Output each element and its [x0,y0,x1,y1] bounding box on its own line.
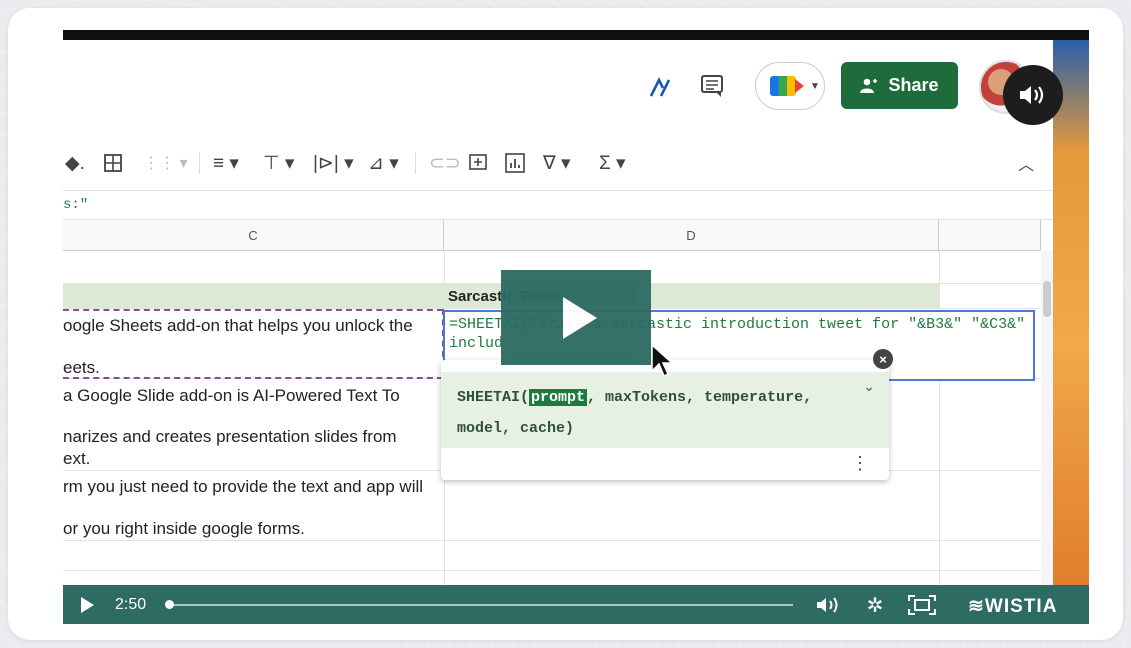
annotate-icon[interactable] [645,72,675,102]
video-player[interactable]: ▼ Share ◆. ⋮⋮ ▾ ≡ ▾ ⊤ ▾ |⊳| ▾ ⊿ ▾ ⊂⊃ ∇ ▾… [63,30,1089,624]
meet-button[interactable]: ▼ [755,62,825,110]
share-label: Share [888,75,939,95]
column-line [939,251,940,601]
mouse-cursor-icon [651,343,674,378]
function-signature: SHEETAI(prompt, maxTokens, temperature, … [441,372,889,448]
formula-bar[interactable]: s:" [63,190,1053,220]
row-line [63,540,1053,541]
chart-icon[interactable] [505,140,525,186]
reference-highlight-top [63,309,443,311]
function-params: , maxTokens, temperature, [587,389,813,406]
toolbar-divider [415,152,416,174]
row-line [63,570,1053,571]
scrollbar-thumb[interactable] [1043,281,1051,317]
column-header-d[interactable]: D [444,220,939,251]
more-options-icon[interactable]: ⋮ [851,453,869,474]
comment-icon[interactable] [696,70,728,102]
sheet-header: ▼ Share [63,40,1063,132]
merge-icon[interactable]: ⋮⋮ ▾ [143,140,187,186]
vertical-scrollbar[interactable] [1041,251,1053,601]
column-c-label: C [248,227,258,243]
cell-c5-line1[interactable]: rm you just need to provide the text and… [63,477,423,497]
column-header-c[interactable]: C [63,220,444,251]
formula-text: s:" [63,197,89,213]
settings-icon[interactable]: ✲ [863,594,887,617]
wistia-mark-icon: ≋ [968,596,985,617]
cell-c3-line2[interactable]: eets. [63,358,100,378]
volume-icon[interactable] [815,595,843,615]
vertical-align-icon[interactable]: ⊤ ▾ [263,140,294,186]
sheet-toolbar: ◆. ⋮⋮ ▾ ≡ ▾ ⊤ ▾ |⊳| ▾ ⊿ ▾ ⊂⊃ ∇ ▾ Σ ▾ ︿ [63,140,1053,186]
column-header-e[interactable] [939,220,1041,251]
volume-icon[interactable] [1003,65,1063,125]
link-icon[interactable]: ⊂⊃ [429,140,461,186]
progress-track[interactable] [166,604,793,606]
cell-c5-line2[interactable]: or you right inside google forms. [63,519,305,539]
time-display: 2:50 [115,596,147,613]
cell-c4-line3[interactable]: ext. [63,449,90,469]
fullscreen-icon[interactable] [907,594,937,616]
highlighted-param: prompt [529,389,588,406]
video-top-border [63,30,1089,40]
paint-fill-icon[interactable]: ◆. [65,140,85,186]
close-icon[interactable]: × [873,349,893,369]
desktop-wallpaper-strip [1053,40,1089,600]
comment-add-icon[interactable] [469,140,487,186]
text-wrap-icon[interactable]: |⊳| ▾ [313,140,354,186]
align-icon[interactable]: ≡ ▾ [213,140,239,186]
wistia-brand-text: WISTIA [984,596,1058,617]
cell-c3-line1[interactable]: oogle Sheets add-on that helps you unloc… [63,316,413,336]
function-name: SHEETAI( [457,389,530,406]
column-d-label: D [686,227,696,243]
play-icon [563,296,597,339]
toolbar-divider [199,152,200,174]
filter-icon[interactable]: ∇ ▾ [543,140,571,186]
collapse-icon[interactable]: ︿ [1018,140,1034,186]
functions-icon[interactable]: Σ ▾ [599,140,626,186]
spreadsheet-view: ▼ Share ◆. ⋮⋮ ▾ ≡ ▾ ⊤ ▾ |⊳| ▾ ⊿ ▾ ⊂⊃ ∇ ▾… [63,40,1063,601]
play-overlay-button[interactable] [501,270,651,365]
player-controls: 2:50 ✲ ≋WISTIA [63,585,1089,624]
chevron-down-icon[interactable]: ⌄ [863,378,875,395]
wistia-logo[interactable]: ≋WISTIA [968,595,1057,618]
text-rotate-icon[interactable]: ⊿ ▾ [368,140,399,186]
share-people-icon [860,78,878,93]
share-button[interactable]: Share [841,62,958,109]
meet-icon [770,76,804,96]
borders-icon[interactable] [103,140,123,186]
cell-c4-line2[interactable]: narizes and creates presentation slides … [63,427,397,447]
play-icon[interactable] [77,595,97,615]
reference-highlight-bottom [63,377,443,379]
cell-c4-line1[interactable]: a Google Slide add-on is AI-Powered Text… [63,386,400,406]
progress-knob[interactable] [165,600,175,609]
function-params-cont: model, cache) [457,420,575,437]
chevron-down-icon: ▼ [810,80,820,92]
